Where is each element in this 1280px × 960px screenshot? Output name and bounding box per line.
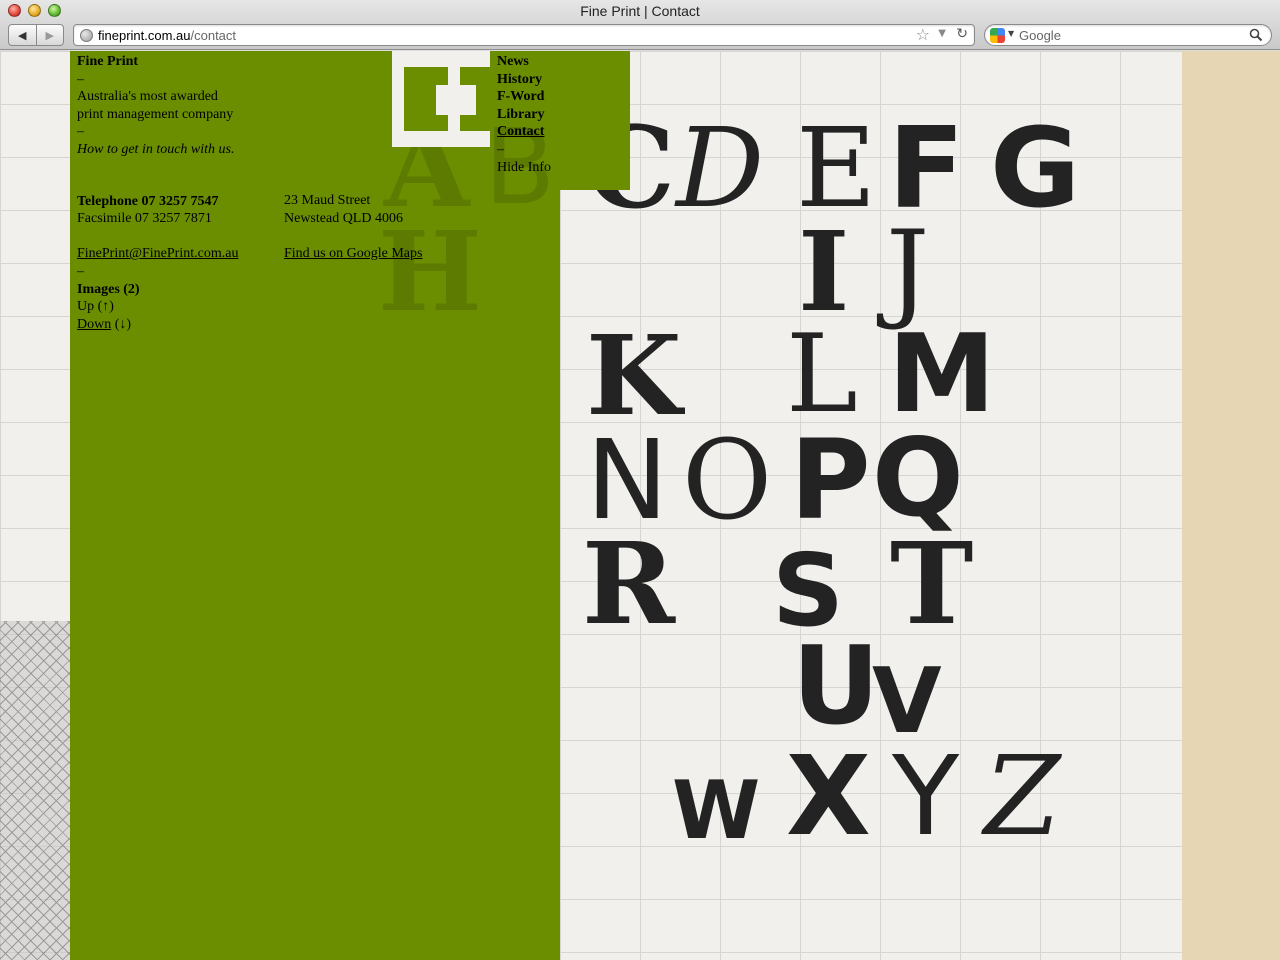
- ghost-letter-white: [436, 85, 476, 115]
- down-row: Down (↓): [77, 316, 238, 334]
- wall-letter: P: [790, 416, 871, 544]
- wall-letter: X: [786, 732, 871, 860]
- email-link[interactable]: FinePrint@FinePrint.com.au: [77, 246, 238, 261]
- address-column: 23 Maud Street Newstead QLD 4006 Find us…: [284, 192, 422, 262]
- nav-item-news[interactable]: News: [497, 54, 529, 69]
- forward-button[interactable]: ▶: [37, 25, 64, 45]
- down-arrow: (↓): [111, 316, 132, 332]
- wall-letter: U: [792, 624, 880, 749]
- page-viewport: C D E F G I J K L M N O P Q R S T U V W …: [0, 51, 1280, 960]
- site-name: Fine Print: [77, 54, 139, 69]
- background-stripe: [1182, 51, 1280, 960]
- nav-item-f-word[interactable]: F-Word: [497, 89, 544, 104]
- telephone: Telephone 07 3257 7547: [77, 193, 219, 209]
- browser-chrome: Fine Print | Contact ◀ ▶ fineprint.com.a…: [0, 0, 1280, 50]
- wall-letter: T: [890, 519, 974, 650]
- search-engine-caret-icon[interactable]: ▼: [1008, 29, 1014, 38]
- wall-letter: M: [888, 312, 996, 437]
- wall-letter: Z: [984, 732, 1061, 860]
- search-icon[interactable]: [1249, 28, 1263, 42]
- url-host: fineprint.com.au: [98, 28, 191, 43]
- address-line-1: 23 Maud Street: [284, 193, 371, 208]
- tagline-line-2: print management company: [77, 106, 234, 122]
- url-dropdown-icon[interactable]: ▼: [938, 28, 946, 39]
- wall-letter: J: [886, 208, 930, 333]
- info-panel-extension: [560, 51, 630, 190]
- browser-toolbar: ◀ ▶ fineprint.com.au/contact ☆ ▼ ↻ ▼: [0, 22, 1280, 50]
- globe-icon: [80, 29, 93, 42]
- nav-item-library[interactable]: Library: [497, 107, 544, 122]
- history-nav-buttons: ◀ ▶: [8, 24, 64, 46]
- window-title: Fine Print | Contact: [580, 3, 700, 19]
- wall-letter: I: [798, 207, 850, 336]
- page-subtitle: How to get in touch with us.: [77, 141, 235, 157]
- address-line-2: Newstead QLD 4006: [284, 210, 403, 226]
- wall-letter: L: [786, 312, 858, 437]
- google-logo-icon[interactable]: [990, 28, 1005, 43]
- url-path: /contact: [190, 28, 237, 43]
- facsimile: Facsimile 07 3257 7871: [77, 211, 212, 227]
- search-bar: ▼: [984, 24, 1272, 46]
- title-bar: Fine Print | Contact: [0, 0, 1280, 22]
- separator: –: [77, 71, 84, 87]
- wall-letter: O: [682, 416, 773, 544]
- wall-letter: D: [676, 104, 765, 232]
- wall-letter: G: [990, 104, 1081, 232]
- wall-letter: R: [582, 519, 676, 650]
- nav-item-contact[interactable]: Contact: [497, 124, 544, 139]
- nav-item-history[interactable]: History: [497, 72, 542, 87]
- wall-letter: K: [586, 311, 682, 440]
- separator: –: [497, 141, 504, 157]
- separator: –: [77, 124, 84, 140]
- up-label: Up (↑): [77, 299, 114, 315]
- wall-letter: Q: [872, 416, 964, 541]
- contact-info: Fine Print – Australia's most awarded pr…: [77, 51, 238, 333]
- address-bar[interactable]: fineprint.com.au/contact ☆ ▼ ↻: [73, 24, 975, 46]
- back-button[interactable]: ◀: [9, 25, 37, 45]
- hide-info-link[interactable]: Hide Info: [497, 160, 551, 175]
- wall-letter: W: [672, 764, 761, 857]
- google-maps-link[interactable]: Find us on Google Maps: [284, 246, 422, 261]
- url-text[interactable]: fineprint.com.au/contact: [98, 28, 236, 43]
- images-heading: Images (2): [77, 281, 140, 297]
- reload-icon[interactable]: ↻: [956, 26, 968, 42]
- wall-letter: Y: [892, 732, 960, 860]
- tagline-line-1: Australia's most awarded: [77, 89, 218, 105]
- bookmark-star-icon[interactable]: ☆: [916, 25, 930, 44]
- search-input[interactable]: [1019, 28, 1239, 43]
- main-nav: News History F-Word Library Contact – Hi…: [497, 51, 551, 176]
- separator: –: [77, 263, 84, 279]
- down-link[interactable]: Down: [77, 317, 111, 332]
